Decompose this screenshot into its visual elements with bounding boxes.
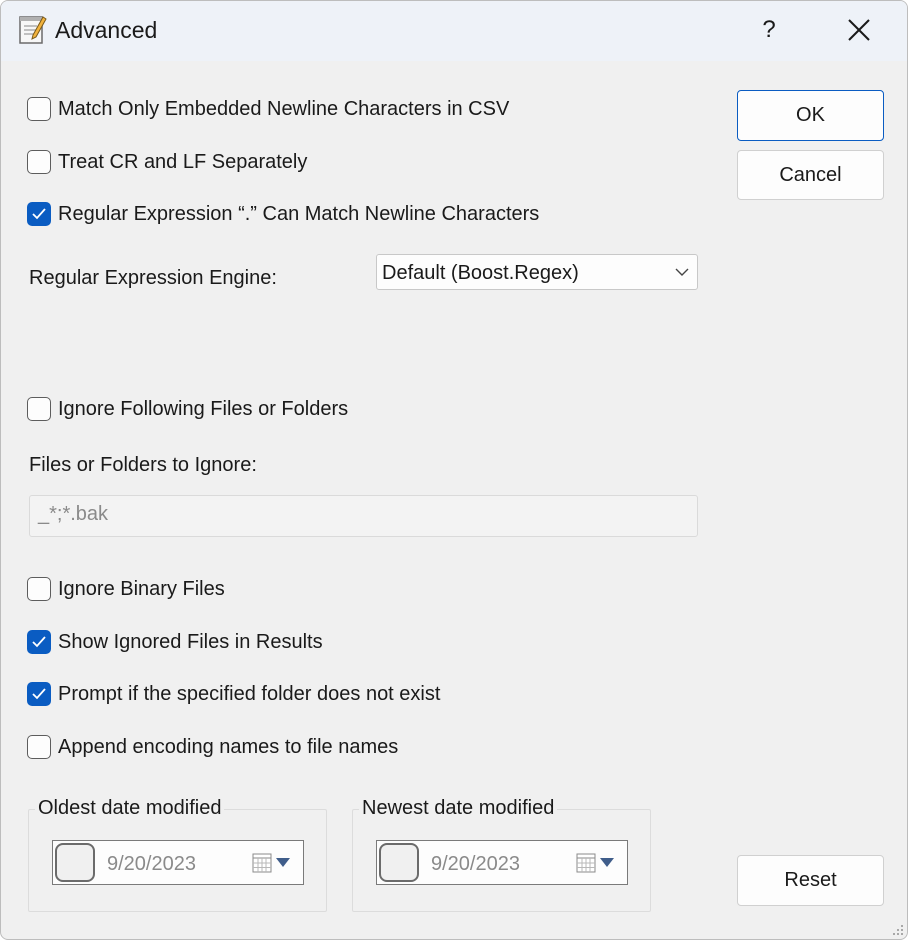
- oldest-date-picker[interactable]: 9/20/2023: [52, 840, 304, 885]
- close-button[interactable]: [831, 7, 887, 53]
- treat-cr-lf-checkbox[interactable]: [27, 150, 51, 174]
- calendar-icon[interactable]: [252, 853, 272, 873]
- window-title: Advanced: [55, 17, 158, 43]
- ignore-binary-option[interactable]: Ignore Binary Files: [27, 575, 225, 603]
- checkmark-icon: [32, 208, 46, 220]
- notepad-icon: [19, 16, 47, 44]
- ignore-patterns-input[interactable]: _*;*.bak: [29, 495, 698, 537]
- chevron-down-icon: [675, 268, 689, 276]
- append-encoding-label: Append encoding names to file names: [58, 735, 399, 758]
- show-ignored-label: Show Ignored Files in Results: [58, 630, 323, 653]
- ok-button[interactable]: OK: [737, 90, 884, 141]
- newest-date-value: 9/20/2023: [431, 853, 520, 875]
- regex-dot-newline-checkbox[interactable]: [27, 202, 51, 226]
- ignore-binary-checkbox[interactable]: [27, 577, 51, 601]
- reset-button[interactable]: Reset: [737, 855, 884, 906]
- match-embedded-newline-checkbox[interactable]: [27, 97, 51, 121]
- newest-date-group: Newest date modified 9/20/2023: [352, 797, 651, 912]
- show-ignored-checkbox[interactable]: [27, 630, 51, 654]
- treat-cr-lf-option[interactable]: Treat CR and LF Separately: [27, 148, 307, 176]
- newest-date-checkbox[interactable]: [379, 843, 419, 882]
- advanced-dialog: Advanced ? Match Only Embedded Newline C…: [0, 0, 908, 940]
- regex-dot-newline-label: Regular Expression “.” Can Match Newline…: [58, 202, 540, 225]
- ignore-files-checkbox[interactable]: [27, 397, 51, 421]
- help-button[interactable]: ?: [741, 7, 797, 53]
- cancel-button[interactable]: Cancel: [737, 150, 884, 200]
- checkmark-icon: [32, 636, 46, 648]
- checkmark-icon: [32, 688, 46, 700]
- treat-cr-lf-label: Treat CR and LF Separately: [58, 150, 308, 173]
- ignore-files-option[interactable]: Ignore Following Files or Folders: [27, 395, 348, 423]
- prompt-folder-checkbox[interactable]: [27, 682, 51, 706]
- prompt-folder-label: Prompt if the specified folder does not …: [58, 682, 441, 705]
- chevron-down-icon[interactable]: [276, 858, 290, 867]
- oldest-date-group: Oldest date modified 9/20/2023: [28, 797, 327, 912]
- match-embedded-newline-label: Match Only Embedded Newline Characters i…: [58, 97, 510, 120]
- oldest-date-title: Oldest date modified: [35, 797, 225, 820]
- regex-engine-dropdown[interactable]: Default (Boost.Regex): [376, 254, 698, 290]
- close-icon: [848, 19, 870, 41]
- resize-grip-icon[interactable]: [891, 923, 905, 937]
- chevron-down-icon[interactable]: [600, 858, 614, 867]
- match-embedded-newline-option[interactable]: Match Only Embedded Newline Characters i…: [27, 95, 509, 123]
- regex-engine-value: Default (Boost.Regex): [382, 262, 579, 284]
- prompt-folder-option[interactable]: Prompt if the specified folder does not …: [27, 680, 440, 708]
- append-encoding-option[interactable]: Append encoding names to file names: [27, 733, 398, 761]
- show-ignored-option[interactable]: Show Ignored Files in Results: [27, 628, 323, 656]
- append-encoding-checkbox[interactable]: [27, 735, 51, 759]
- ignore-files-label: Ignore Following Files or Folders: [58, 397, 349, 420]
- calendar-icon[interactable]: [576, 853, 596, 873]
- title-bar: Advanced ?: [1, 1, 907, 61]
- newest-date-picker[interactable]: 9/20/2023: [376, 840, 628, 885]
- ignore-field-label: Files or Folders to Ignore:: [29, 454, 257, 476]
- oldest-date-value: 9/20/2023: [107, 853, 196, 875]
- oldest-date-checkbox[interactable]: [55, 843, 95, 882]
- regex-engine-label: Regular Expression Engine:: [29, 267, 277, 289]
- ignore-binary-label: Ignore Binary Files: [58, 577, 225, 600]
- dialog-content: Match Only Embedded Newline Characters i…: [1, 61, 907, 939]
- regex-dot-newline-option[interactable]: Regular Expression “.” Can Match Newline…: [27, 200, 539, 228]
- newest-date-title: Newest date modified: [359, 797, 558, 820]
